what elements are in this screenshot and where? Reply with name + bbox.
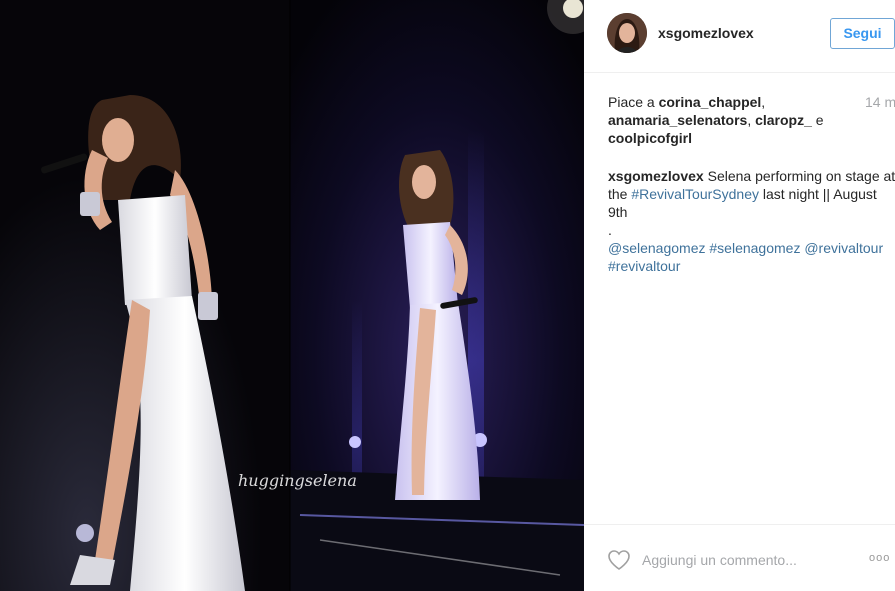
likes-prefix: Piace a [608,94,659,110]
liker-username[interactable]: anamaria_selenators [608,112,747,128]
avatar[interactable] [607,13,647,53]
likes-text: Piace a corina_chappel, anamaria_selenat… [608,93,848,147]
likes-conjunction: e [811,112,824,128]
post-photo[interactable]: huggingselena [0,0,584,591]
photo-watermark: huggingselena [238,471,357,490]
follow-button[interactable]: Segui [830,18,895,49]
post-timestamp[interactable]: 14 m [865,94,895,110]
mention-link[interactable]: @selenagomez [608,240,706,256]
hashtag-link[interactable]: #selenagomez [709,240,800,256]
more-options-icon[interactable]: ooo [869,552,890,564]
comment-bar: ooo [584,524,895,591]
post-side-panel: xsgomezlovex Segui Piace a corina_chappe… [584,0,895,591]
post-caption: xsgomezlovex Selena performing on stage … [608,167,895,275]
mention-link[interactable]: @revivaltour [804,240,883,256]
hashtag-link[interactable]: #RevivalTourSydney [631,186,759,202]
liker-username[interactable]: coolpicofgirl [608,130,692,146]
likes-separator: , [761,94,766,110]
liker-username[interactable]: claropz_ [755,112,812,128]
username[interactable]: xsgomezlovex [658,25,754,41]
liker-username[interactable]: corina_chappel [659,94,762,110]
comment-input[interactable] [642,550,842,570]
heart-outline-icon[interactable] [607,549,631,571]
caption-dot: . [608,222,612,238]
likes-separator: , [747,112,756,128]
caption-username[interactable]: xsgomezlovex [608,168,704,184]
post-header: xsgomezlovex Segui [584,0,895,73]
hashtag-link[interactable]: #revivaltour [608,258,680,274]
